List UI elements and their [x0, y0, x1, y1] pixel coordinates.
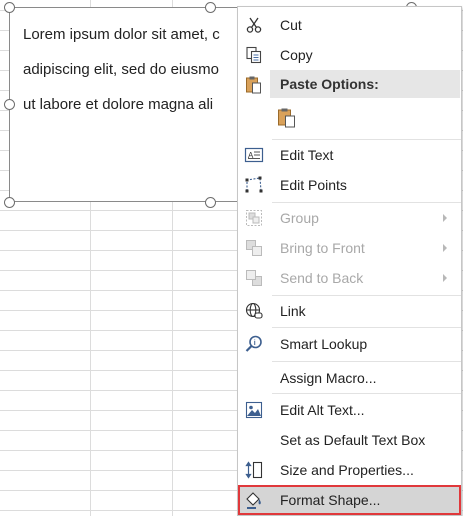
menu-item-copy[interactable]: Copy: [238, 40, 461, 70]
menu-item-edit-text[interactable]: A Edit Text: [238, 140, 461, 170]
edit-points-icon: [243, 174, 265, 196]
resize-handle-bottom-middle[interactable]: [205, 197, 216, 208]
menu-item-label: Format Shape...: [280, 492, 381, 508]
menu-item-edit-points[interactable]: Edit Points: [238, 170, 461, 200]
send-to-back-icon: [243, 267, 265, 289]
menu-item-label: Smart Lookup: [280, 336, 368, 352]
scissors-icon: [243, 14, 265, 36]
menu-item-label: Bring to Front: [280, 240, 365, 256]
bring-to-front-icon: [243, 237, 265, 259]
edit-text-icon: A: [243, 144, 265, 166]
text-box-line-1: Lorem ipsum dolor sit amet, c: [23, 26, 220, 43]
globe-link-icon: [243, 300, 265, 322]
menu-separator: [272, 361, 461, 362]
menu-separator: [272, 393, 461, 394]
text-box-line-3: ut labore et dolore magna ali: [23, 96, 214, 113]
copy-icon: [243, 44, 265, 66]
menu-item-set-default-text-box[interactable]: Set as Default Text Box: [238, 425, 461, 455]
menu-item-label: Set as Default Text Box: [280, 432, 426, 448]
menu-item-smart-lookup[interactable]: i Smart Lookup: [238, 329, 461, 359]
menu-item-label: Cut: [280, 17, 302, 33]
menu-item-group[interactable]: Group: [238, 203, 461, 233]
menu-item-send-to-back[interactable]: Send to Back: [238, 263, 461, 293]
menu-item-size-and-properties[interactable]: Size and Properties...: [238, 455, 461, 485]
menu-item-label: Edit Alt Text...: [280, 402, 365, 418]
paste-options-label: Paste Options:: [280, 76, 379, 92]
resize-handle-top-middle[interactable]: [205, 2, 216, 13]
menu-item-bring-to-front[interactable]: Bring to Front: [238, 233, 461, 263]
menu-item-label: Link: [280, 303, 306, 319]
context-menu: Cut Copy Paste Options: A Edit Text Edit…: [237, 6, 462, 516]
menu-separator: [272, 327, 461, 328]
submenu-arrow-icon: [443, 244, 447, 252]
menu-item-cut[interactable]: Cut: [238, 10, 461, 40]
group-icon: [243, 207, 265, 229]
menu-item-link[interactable]: Link: [238, 296, 461, 326]
menu-item-label: Group: [280, 210, 319, 226]
image-icon: [243, 399, 265, 421]
menu-item-label: Size and Properties...: [280, 462, 414, 478]
svg-text:i: i: [254, 340, 256, 347]
paint-bucket-icon: [243, 489, 265, 511]
resize-handle-middle-left[interactable]: [4, 99, 15, 110]
menu-item-label: Edit Text: [280, 147, 334, 163]
submenu-arrow-icon: [443, 274, 447, 282]
resize-handle-top-left[interactable]: [4, 2, 15, 13]
paste-option-button-row: [238, 104, 461, 134]
submenu-arrow-icon: [443, 214, 447, 222]
menu-item-label: Assign Macro...: [280, 370, 377, 386]
menu-item-assign-macro[interactable]: Assign Macro...: [238, 363, 461, 393]
paste-options-header: Paste Options:: [270, 70, 460, 98]
paste-icon[interactable]: [276, 107, 298, 129]
text-box-line-2: adipiscing elit, sed do eiusmo: [23, 61, 219, 78]
menu-item-label: Copy: [280, 47, 313, 63]
search-icon: i: [243, 333, 265, 355]
menu-item-format-shape[interactable]: Format Shape...: [238, 485, 461, 515]
menu-item-edit-alt-text[interactable]: Edit Alt Text...: [238, 395, 461, 425]
menu-item-label: Send to Back: [280, 270, 364, 286]
clipboard-icon: [243, 74, 265, 96]
resize-handle-bottom-left[interactable]: [4, 197, 15, 208]
size-icon: [243, 459, 265, 481]
menu-item-label: Edit Points: [280, 177, 347, 193]
